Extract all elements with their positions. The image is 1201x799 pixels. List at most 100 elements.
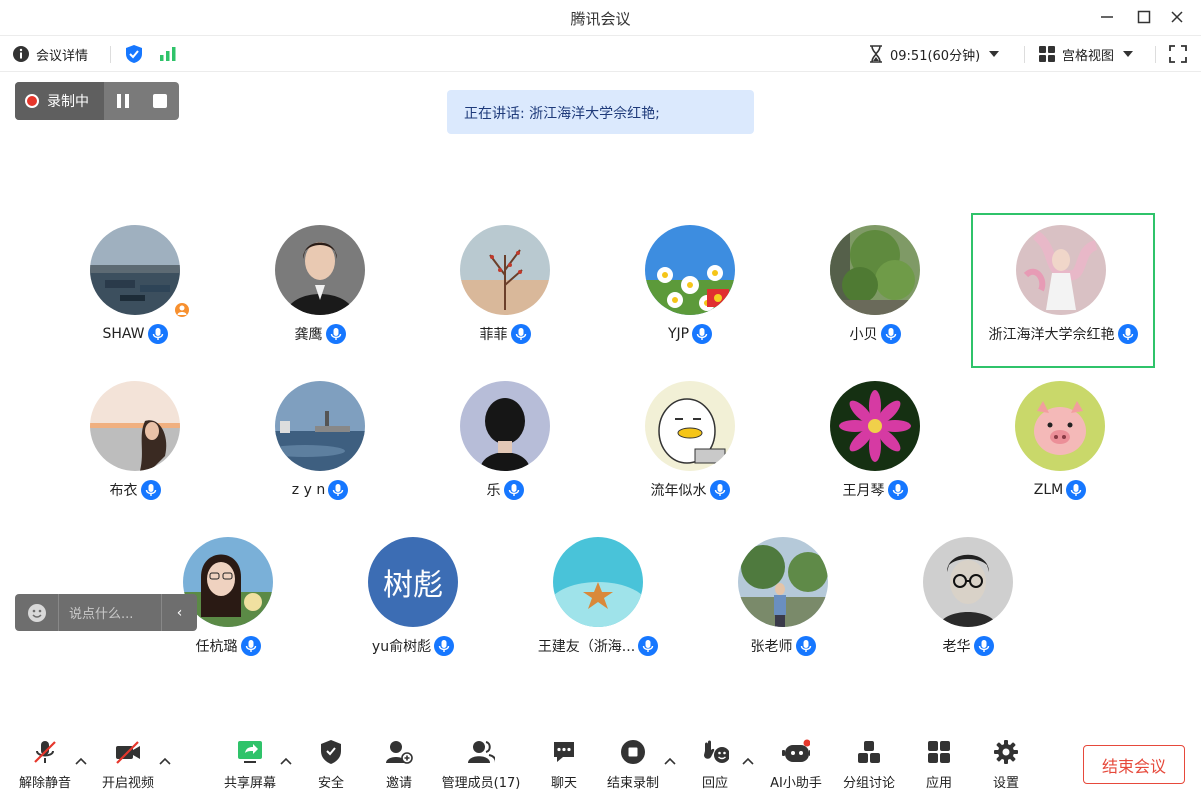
participant-name-line: SHAW xyxy=(45,324,225,344)
participant-tile[interactable]: z y n xyxy=(230,369,410,519)
camera-off-icon xyxy=(116,741,140,764)
participant-tile[interactable]: 老华 xyxy=(878,525,1058,675)
invite-button[interactable]: 邀请 xyxy=(374,738,424,794)
participant-tile[interactable]: 布衣 xyxy=(45,369,225,519)
settings-button[interactable]: 设置 xyxy=(981,738,1031,794)
participant-tile[interactable]: SHAW xyxy=(45,213,225,363)
fullscreen-button[interactable] xyxy=(1168,43,1188,65)
avatar xyxy=(645,225,735,315)
end-meeting-button[interactable]: 结束会议 xyxy=(1083,745,1185,784)
participant-tile[interactable]: 树彪 yu俞树彪 xyxy=(323,525,503,675)
stop-recording-button[interactable] xyxy=(141,82,178,120)
participant-tile[interactable]: 流年似水 xyxy=(600,369,780,519)
participant-tile[interactable]: 乐 xyxy=(415,369,595,519)
security-button[interactable]: 安全 xyxy=(306,738,356,794)
end-recording-button[interactable]: 结束录制 xyxy=(601,738,665,794)
apps-label: 应用 xyxy=(925,776,952,791)
avatar xyxy=(460,381,550,471)
chevron-up-icon[interactable] xyxy=(663,756,677,766)
participant-name: 老华 xyxy=(942,639,971,655)
participant-tile[interactable]: 菲菲 xyxy=(415,213,595,363)
participant-tile[interactable]: 小贝 xyxy=(785,213,965,363)
microphone-icon xyxy=(328,480,349,500)
stop-icon xyxy=(152,94,167,108)
avatar xyxy=(923,537,1013,627)
chevron-down-icon xyxy=(989,51,1000,57)
participant-tile[interactable]: 王月琴 xyxy=(785,369,965,519)
fullscreen-icon xyxy=(1169,45,1187,63)
avatar xyxy=(830,381,920,471)
ai-assistant-button[interactable]: AI小助手 xyxy=(765,738,827,794)
recording-label: 录制中 xyxy=(47,94,89,110)
participant-name: 王建友（浙海... xyxy=(537,639,636,655)
participant-tile[interactable]: 张老师 xyxy=(693,525,873,675)
chat-button[interactable]: 聊天 xyxy=(539,738,589,794)
active-speaker-banner: 正在讲话: 浙江海洋大学佘红艳; xyxy=(447,90,754,134)
start-video-button[interactable]: 开启视频 xyxy=(97,738,159,794)
emoji-button[interactable] xyxy=(15,594,59,631)
smiley-icon xyxy=(27,603,46,622)
participant-name: 菲菲 xyxy=(479,327,508,343)
ai-assistant-label: AI小助手 xyxy=(770,776,822,791)
meeting-time: 09:51(60分钟) xyxy=(890,48,981,64)
microphone-muted-icon xyxy=(34,741,56,763)
meeting-time-dropdown[interactable]: 09:51(60分钟) xyxy=(868,43,1000,65)
breakout-button[interactable]: 分组讨论 xyxy=(838,738,900,794)
manage-members-button[interactable]: 管理成员(17) xyxy=(436,738,526,794)
microphone-icon xyxy=(434,636,455,656)
invite-label: 邀请 xyxy=(385,776,412,791)
unmute-button[interactable]: 解除静音 xyxy=(14,738,76,794)
participant-tile[interactable]: ZLM xyxy=(970,369,1150,519)
breakout-label: 分组讨论 xyxy=(842,776,895,791)
grid-view-icon xyxy=(1039,46,1055,62)
microphone-icon xyxy=(795,636,816,656)
chevron-up-icon[interactable] xyxy=(158,756,172,766)
chat-label: 聊天 xyxy=(550,776,577,791)
avatar xyxy=(1016,225,1106,315)
microphone-icon xyxy=(240,636,261,656)
participant-name-line: 龚鹰 xyxy=(230,324,410,344)
recording-status[interactable]: 录制中 xyxy=(15,82,104,120)
participant-tile[interactable]: YJP xyxy=(600,213,780,363)
participant-name: ZLM xyxy=(1033,482,1064,498)
microphone-icon xyxy=(880,324,901,344)
chevron-up-icon[interactable] xyxy=(279,756,293,766)
chevron-down-icon xyxy=(1123,51,1134,57)
avatar xyxy=(830,225,920,315)
participant-tile[interactable]: 龚鹰 xyxy=(230,213,410,363)
participant-tile[interactable]: 浙江海洋大学佘红艳 xyxy=(971,213,1155,368)
share-screen-button[interactable]: 共享屏幕 xyxy=(219,738,281,794)
meeting-details-button[interactable]: 会议详情 xyxy=(12,43,88,65)
participant-name-line: 张老师 xyxy=(693,636,873,656)
unmute-label: 解除静音 xyxy=(18,776,71,791)
hand-emoji-icon xyxy=(704,740,729,763)
reactions-button[interactable]: 回应 xyxy=(690,738,740,794)
participant-name: 布衣 xyxy=(109,483,138,499)
hourglass-icon xyxy=(870,45,882,63)
close-button[interactable] xyxy=(1163,6,1191,28)
pause-recording-button[interactable] xyxy=(104,82,141,120)
security-shield-button[interactable] xyxy=(124,43,144,65)
start-video-label: 开启视频 xyxy=(101,776,154,791)
collapse-chat-button[interactable]: ‹ xyxy=(161,594,197,631)
gear-icon xyxy=(994,740,1018,764)
view-mode-label: 宫格视图 xyxy=(1062,48,1115,64)
divider xyxy=(1155,46,1156,63)
microphone-icon xyxy=(887,480,908,500)
chat-input[interactable]: 说点什么... xyxy=(59,603,161,622)
network-signal-indicator[interactable] xyxy=(158,43,178,65)
participant-name-line: 小贝 xyxy=(785,324,965,344)
participant-name-line: z y n xyxy=(230,480,410,500)
maximize-button[interactable] xyxy=(1130,6,1158,28)
participant-name: 任杭璐 xyxy=(195,639,238,655)
minimize-button[interactable] xyxy=(1093,6,1121,28)
participant-tile[interactable]: 王建友（浙海... xyxy=(508,525,688,675)
chevron-up-icon[interactable] xyxy=(741,756,755,766)
chevron-up-icon[interactable] xyxy=(74,756,88,766)
participant-name-line: 老华 xyxy=(878,636,1058,656)
participant-name: SHAW xyxy=(102,326,145,342)
microphone-icon xyxy=(1117,324,1138,344)
view-mode-dropdown[interactable]: 宫格视图 xyxy=(1038,43,1134,65)
participant-name-line: yu俞树彪 xyxy=(323,636,503,656)
apps-button[interactable]: 应用 xyxy=(914,738,964,794)
